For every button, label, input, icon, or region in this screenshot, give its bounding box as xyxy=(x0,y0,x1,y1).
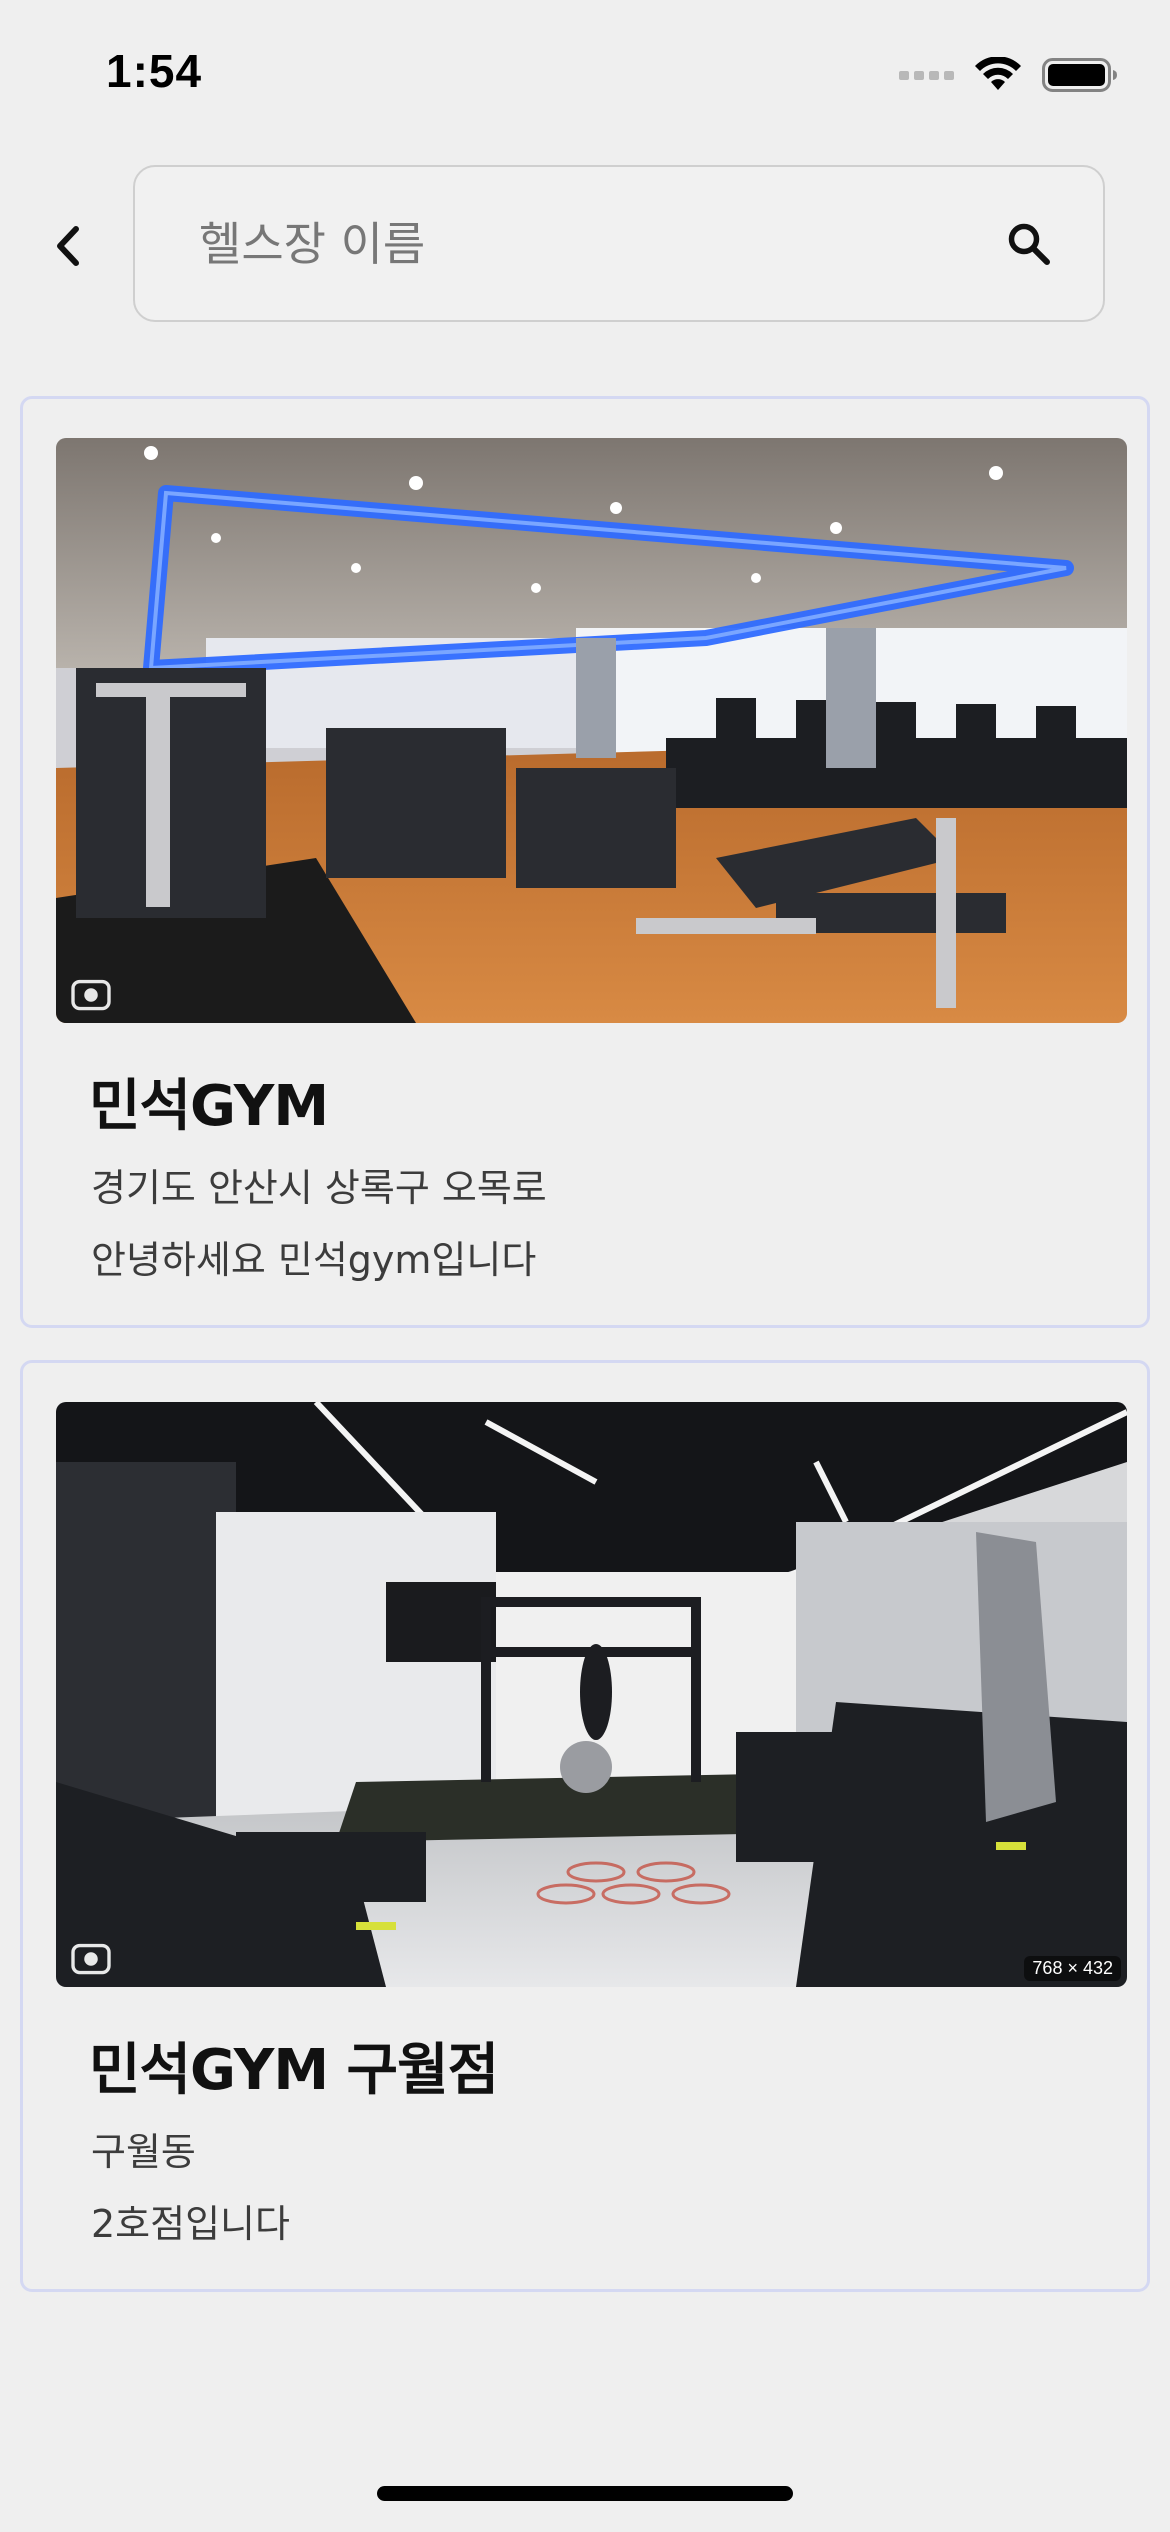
gym-search-screen: 1:54 헬스장 이름 민석GYM 경기도 안산시 상록구 오목로 안녕하세요 … xyxy=(0,0,1170,2532)
gym-description: 2호점입니다 xyxy=(91,2202,290,2246)
image-search-lens-icon xyxy=(70,977,112,1013)
status-icons xyxy=(899,52,1118,98)
wifi-icon xyxy=(975,57,1021,90)
back-button[interactable] xyxy=(40,210,94,282)
battery-icon xyxy=(1042,58,1117,92)
gym-name: 민석GYM 구월점 xyxy=(89,2038,499,2103)
back-chevron-icon xyxy=(57,226,79,266)
search-bar xyxy=(133,165,1105,322)
search-input[interactable] xyxy=(199,216,999,271)
search-button[interactable] xyxy=(999,214,1059,274)
gym-description: 안녕하세요 민석gym입니다 xyxy=(91,1238,537,1282)
gym-card[interactable]: 768 × 432 민석GYM 구월점 구월동 2호점입니다 xyxy=(20,1360,1150,2292)
gym-address: 구월동 xyxy=(91,2130,196,2174)
image-search-lens-icon xyxy=(70,1941,112,1977)
gym-name: 민석GYM xyxy=(89,1074,329,1139)
gym-photo xyxy=(56,438,1127,1023)
cellular-signal-icon xyxy=(899,70,954,80)
gym-address: 경기도 안산시 상록구 오목로 xyxy=(91,1166,547,1210)
image-size-badge: 768 × 432 xyxy=(1024,1956,1121,1981)
gym-photo: 768 × 432 xyxy=(56,1402,1127,1987)
search-icon xyxy=(1008,223,1050,265)
status-time: 1:54 xyxy=(106,45,203,97)
gym-card[interactable]: 민석GYM 경기도 안산시 상록구 오목로 안녕하세요 민석gym입니다 xyxy=(20,396,1150,1328)
home-indicator[interactable] xyxy=(377,2486,793,2501)
